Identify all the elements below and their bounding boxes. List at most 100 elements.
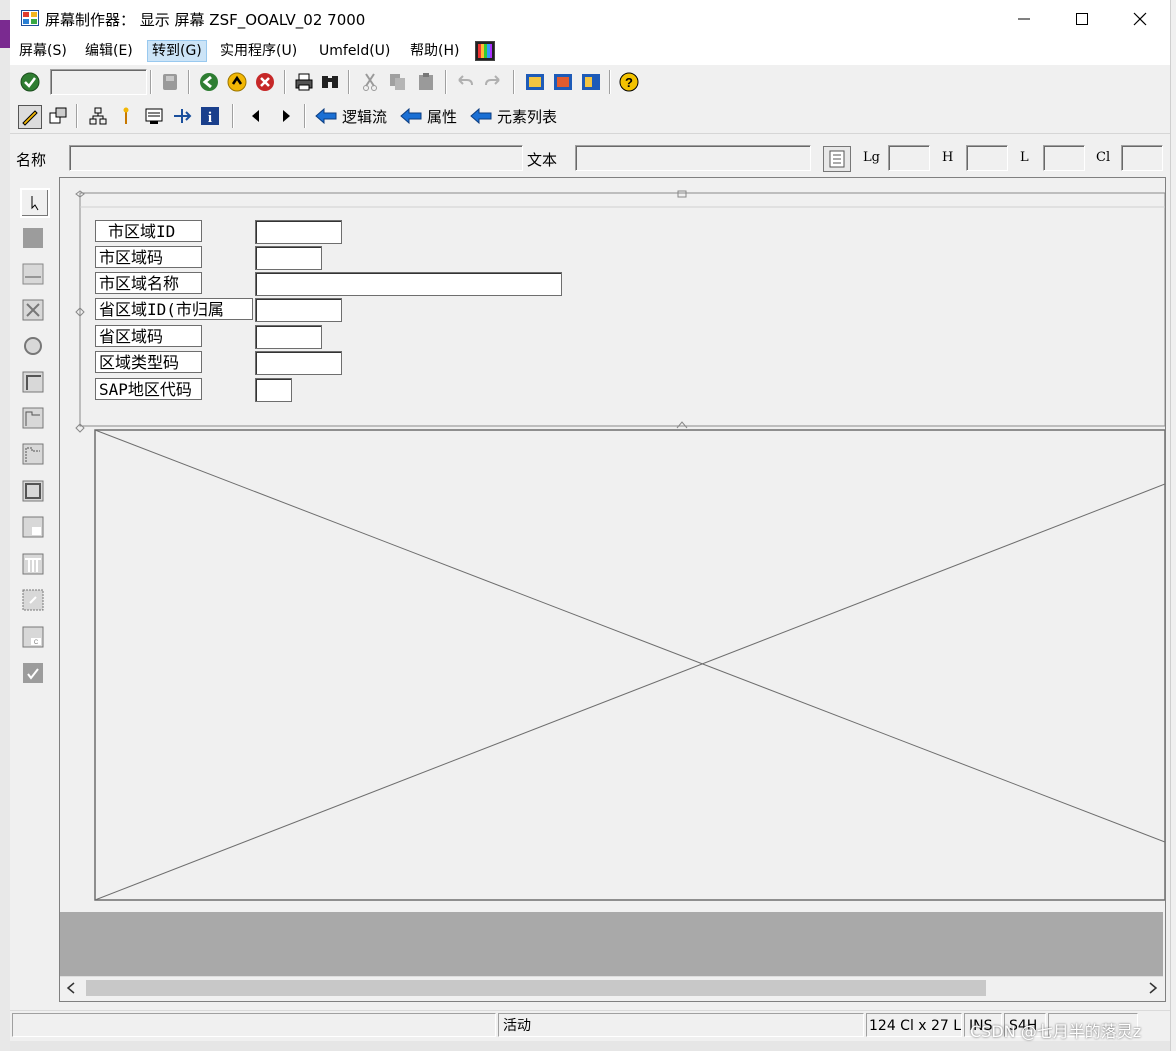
palette-custom-control[interactable]: [20, 587, 46, 613]
menu-help[interactable]: 帮助(H): [406, 41, 463, 61]
menu-screen[interactable]: 屏幕(S): [15, 41, 71, 61]
element-attribute-bar: 名称 文本 Lg H L Cl: [10, 134, 1170, 178]
dictionary-icon[interactable]: [823, 146, 851, 172]
l-field[interactable]: [1043, 145, 1085, 171]
horizontal-scrollbar[interactable]: [60, 976, 1163, 999]
lg-field[interactable]: [888, 145, 930, 171]
palette-table-wizard[interactable]: [20, 551, 46, 577]
screen-field-label[interactable]: SAP地区代码: [95, 378, 202, 400]
frame-icon: [22, 371, 44, 393]
screen-field-label[interactable]: 省区域ID(市归属: [95, 298, 253, 320]
menu-utilities[interactable]: 实用程序(U): [216, 41, 301, 61]
arrow-left-icon: [315, 108, 337, 124]
custom-container-icon: C: [22, 626, 44, 648]
close-button[interactable]: [1111, 0, 1169, 38]
undo-icon[interactable]: [455, 72, 475, 92]
minimize-button[interactable]: [995, 0, 1053, 38]
desktop-left-edge: [0, 0, 10, 1051]
exit-icon[interactable]: [227, 72, 247, 92]
screen-field-label[interactable]: 省区域码: [95, 325, 202, 347]
status-message: [12, 1013, 496, 1037]
palette-tabstrip-wizard[interactable]: [20, 441, 46, 467]
close-icon: [1133, 12, 1147, 26]
copy-icon[interactable]: [388, 72, 408, 92]
svg-text:C: C: [34, 640, 39, 646]
maximize-button[interactable]: [1053, 0, 1111, 38]
palette-tabstrip[interactable]: [20, 405, 46, 431]
where-used-icon[interactable]: [116, 106, 136, 126]
next-icon[interactable]: [276, 106, 296, 126]
name-field[interactable]: [69, 145, 523, 171]
screen-input-field[interactable]: [255, 351, 342, 375]
palette-text-field[interactable]: [20, 225, 46, 251]
screen-field-label[interactable]: 区域类型码: [95, 351, 202, 373]
status-icon: [23, 663, 43, 683]
layout-icon-3[interactable]: [581, 72, 601, 92]
menu-environment[interactable]: Umfeld(U): [315, 41, 394, 61]
screen-field-label[interactable]: 市区域ID: [95, 220, 202, 242]
screen-field-label[interactable]: 市区域名称: [95, 272, 202, 294]
find-icon[interactable]: [320, 72, 340, 92]
screen-painter-window: 屏幕制作器： 显示 屏幕 ZSF_OOALV_02 7000 屏幕(S) 编辑(…: [10, 0, 1170, 1041]
palette-pushbutton[interactable]: [20, 297, 46, 323]
layout-canvas[interactable]: 市区域ID 市区域码 市区域名称 省区域ID(市归属 省区域码 区域类型码 SA…: [59, 177, 1166, 1002]
check-icon[interactable]: [20, 72, 40, 92]
redo-icon[interactable]: [483, 72, 503, 92]
screen-input-field[interactable]: [255, 378, 292, 402]
screen-input-field[interactable]: [255, 298, 342, 322]
menu-goto[interactable]: 转到(G): [147, 40, 207, 62]
palette-status-icon[interactable]: C: [20, 624, 46, 650]
screen-input-field[interactable]: [255, 325, 322, 349]
layout-icon-1[interactable]: [525, 72, 545, 92]
watermark: CSDN @七月半的落灵z: [970, 1022, 1142, 1041]
input-field-icon: [22, 263, 44, 285]
h-label: H: [942, 150, 954, 165]
palette-radio-button[interactable]: [20, 333, 46, 359]
navigate-icon[interactable]: [172, 106, 192, 126]
screen-field-label[interactable]: 市区域码: [95, 246, 202, 268]
layout-guides: [75, 190, 1165, 901]
cut-icon[interactable]: [360, 72, 380, 92]
palette-frame[interactable]: [20, 369, 46, 395]
palette-table-control[interactable]: [20, 514, 46, 540]
save-icon[interactable]: [160, 72, 180, 92]
palette-status-icon-2[interactable]: [20, 660, 46, 686]
element-list-button[interactable]: 元素列表: [470, 105, 557, 127]
layout-menu-icon[interactable]: [475, 41, 495, 61]
menu-bar: 屏幕(S) 编辑(E) 转到(G) 实用程序(U) Umfeld(U) 帮助(H…: [10, 38, 1170, 64]
info-icon[interactable]: i: [200, 106, 220, 126]
command-field[interactable]: [50, 69, 147, 95]
pointer-icon: [31, 196, 39, 211]
attributes-button[interactable]: 属性: [400, 105, 457, 127]
scroll-right-icon[interactable]: [1148, 982, 1158, 994]
minimize-icon: [1018, 18, 1030, 20]
arrow-left-icon: [400, 108, 422, 124]
menu-edit[interactable]: 编辑(E): [81, 41, 137, 61]
palette-pointer[interactable]: [20, 188, 50, 218]
text-field[interactable]: [575, 145, 811, 171]
screen-input-field[interactable]: [255, 246, 322, 270]
previous-icon[interactable]: [246, 106, 266, 126]
element-list-label: 元素列表: [497, 107, 558, 126]
arrow-left-icon: [470, 108, 492, 124]
screen-input-field[interactable]: [255, 220, 342, 244]
flow-logic-button[interactable]: 逻辑流: [315, 105, 387, 127]
h-field[interactable]: [966, 145, 1008, 171]
screen-input-field[interactable]: [255, 272, 562, 296]
help-icon[interactable]: ?: [619, 72, 639, 92]
display-object-icon[interactable]: [144, 106, 164, 126]
edit-mode-icon[interactable]: [18, 105, 42, 129]
hierarchy-icon[interactable]: [88, 106, 108, 126]
title-bar: 屏幕制作器： 显示 屏幕 ZSF_OOALV_02 7000: [10, 0, 1170, 38]
scrollbar-thumb[interactable]: [86, 980, 986, 996]
back-icon[interactable]: [199, 72, 219, 92]
paste-icon[interactable]: [416, 72, 436, 92]
toggle-icon[interactable]: [48, 106, 68, 126]
print-icon[interactable]: [294, 72, 314, 92]
cancel-icon[interactable]: [255, 72, 275, 92]
palette-subscreen[interactable]: [20, 478, 46, 504]
scroll-left-icon[interactable]: [66, 982, 76, 994]
layout-icon-2[interactable]: [553, 72, 573, 92]
palette-input-field[interactable]: [20, 261, 46, 287]
cl-field[interactable]: [1121, 145, 1163, 171]
